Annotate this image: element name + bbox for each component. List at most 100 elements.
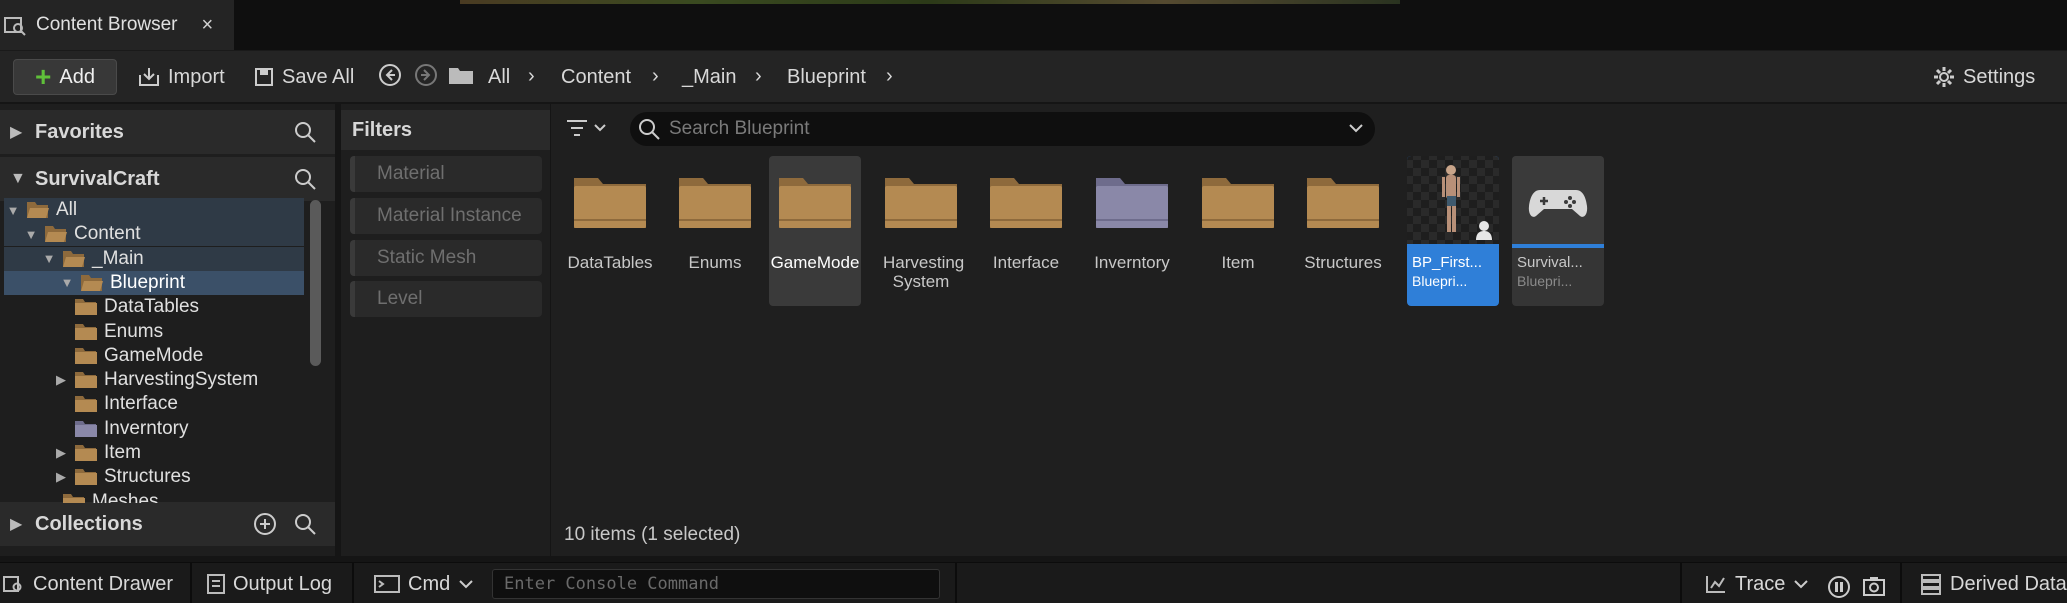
divider xyxy=(190,562,192,603)
tree-item--main[interactable]: ▼ _Main xyxy=(42,247,144,271)
collapse-arrow-icon: ▶ xyxy=(10,124,23,141)
settings-button[interactable]: Settings xyxy=(1933,59,2035,95)
folder-tile-structures[interactable]: Structures xyxy=(1297,156,1389,306)
breadcrumb-chevron-icon[interactable]: › xyxy=(755,65,762,88)
asset-label: BP_First... Bluepri... xyxy=(1412,254,1482,290)
breadcrumb-blueprint[interactable]: Blueprint xyxy=(787,66,866,89)
search-icon[interactable] xyxy=(293,512,317,536)
add-label: Add xyxy=(59,65,95,88)
expand-arrow-icon[interactable]: ▼ xyxy=(60,275,74,290)
screenshot-icon[interactable] xyxy=(1862,575,1886,599)
filter-material-instance[interactable]: Material Instance xyxy=(350,198,542,234)
breadcrumb-content[interactable]: Content xyxy=(561,66,631,89)
divider xyxy=(955,562,957,603)
add-button[interactable]: + Add xyxy=(13,59,117,95)
tree-item-meshes[interactable]: Meshes xyxy=(42,490,159,503)
favorites-label: Favorites xyxy=(35,120,124,143)
tree-item-label: Inverntory xyxy=(104,417,189,439)
filters-header: Filters xyxy=(341,110,550,150)
chevron-down-icon xyxy=(458,577,474,591)
content-drawer-icon xyxy=(3,574,25,594)
tree-item-blueprint[interactable]: ▼ Blueprint xyxy=(60,271,185,295)
collapse-arrow-icon[interactable]: ▶ xyxy=(54,372,68,388)
record-icon[interactable] xyxy=(1827,575,1851,599)
asset-tile-selected[interactable]: BP_First... Bluepri... xyxy=(1407,156,1499,306)
filter-material[interactable]: Material xyxy=(350,156,542,192)
tree-item-label: Enums xyxy=(104,320,164,342)
console-placeholder: Enter Console Command xyxy=(504,574,719,594)
item-count-status: 10 items (1 selected) xyxy=(564,524,741,545)
asset-tile[interactable]: Survival... Bluepri... xyxy=(1512,156,1604,306)
tree-item-harvestingsystem[interactable]: ▶ HarvestingSystem xyxy=(54,368,258,392)
tree-item-gamemode[interactable]: GameMode xyxy=(54,344,203,368)
project-label: SurvivalCraft xyxy=(35,167,160,190)
folder-tile-gamemode[interactable]: GameMode xyxy=(769,156,861,306)
asset-label: Survival... Bluepri... xyxy=(1517,254,1583,290)
divider xyxy=(1680,562,1682,603)
favorites-header[interactable]: ▶ Favorites xyxy=(0,110,335,154)
trace-dropdown[interactable]: Trace xyxy=(1705,570,1809,598)
gear-icon xyxy=(1933,66,1955,88)
breadcrumb-chevron-icon[interactable]: › xyxy=(886,65,893,88)
tree-item-structures[interactable]: ▶ Structures xyxy=(54,465,191,489)
add-collection-icon[interactable] xyxy=(253,512,277,536)
back-arrow-icon[interactable] xyxy=(378,63,402,87)
content-drawer-button[interactable]: Content Drawer xyxy=(3,570,173,598)
search-icon[interactable] xyxy=(293,120,317,144)
asset-type-stripe xyxy=(1407,244,1499,248)
folder-icon xyxy=(44,225,68,243)
save-all-button[interactable]: Save All xyxy=(254,59,354,95)
save-all-label: Save All xyxy=(282,65,355,88)
collapse-arrow-icon[interactable]: ▶ xyxy=(54,469,68,485)
breadcrumb-chevron-icon[interactable]: › xyxy=(528,65,535,88)
derived-data-button[interactable]: Derived Data xyxy=(1920,570,2067,598)
tree-item-label: All xyxy=(56,199,78,220)
collections-header[interactable]: ▶ Collections xyxy=(0,502,335,546)
breadcrumb-all[interactable]: All xyxy=(488,66,510,89)
output-log-button[interactable]: Output Log xyxy=(207,570,332,598)
collapse-arrow-icon: ▶ xyxy=(10,516,23,533)
close-tab-icon[interactable]: × xyxy=(202,14,214,37)
tree-item-item[interactable]: ▶ Item xyxy=(54,441,141,465)
tree-item-interface[interactable]: Interface xyxy=(54,392,178,416)
terminal-icon xyxy=(374,574,400,594)
tree-item-datatables[interactable]: DataTables xyxy=(54,295,199,319)
import-icon xyxy=(138,67,160,87)
folder-tile-label: DataTables xyxy=(567,253,653,272)
folder-tile-harvesting-system[interactable]: Harvesting System xyxy=(875,156,967,306)
cmd-label: Cmd xyxy=(408,572,451,595)
chevron-down-icon[interactable] xyxy=(1347,120,1365,136)
filter-list-icon[interactable] xyxy=(565,117,609,139)
filter-level[interactable]: Level xyxy=(350,281,542,317)
cmd-dropdown[interactable]: Cmd xyxy=(374,570,474,598)
output-log-label: Output Log xyxy=(233,572,332,595)
folder-tile-enums[interactable]: Enums xyxy=(669,156,761,306)
folder-tile-item[interactable]: Item xyxy=(1192,156,1284,306)
collapse-arrow-icon[interactable]: ▶ xyxy=(54,445,68,461)
tree-scrollbar[interactable] xyxy=(310,200,321,366)
import-button[interactable]: Import xyxy=(138,59,225,95)
expand-arrow-icon[interactable]: ▼ xyxy=(6,203,20,218)
folder-tile-datatables[interactable]: DataTables xyxy=(564,156,656,306)
forward-arrow-icon[interactable] xyxy=(414,63,438,87)
folder-tile-inverntory[interactable]: Inverntory xyxy=(1086,156,1178,306)
breadcrumb-chevron-icon[interactable]: › xyxy=(652,65,659,88)
search-icon[interactable] xyxy=(293,167,317,191)
tree-item-content[interactable]: ▼ Content xyxy=(24,222,141,246)
project-header[interactable]: ▼ SurvivalCraft xyxy=(0,157,335,201)
folder-tile-interface[interactable]: Interface xyxy=(980,156,1072,306)
filter-static-mesh[interactable]: Static Mesh xyxy=(350,240,542,276)
content-browser-tab[interactable]: Content Browser × xyxy=(0,0,234,50)
tree-item-enums[interactable]: Enums xyxy=(54,320,163,344)
tree-item-all[interactable]: ▼ All xyxy=(6,198,78,222)
console-command-input[interactable]: Enter Console Command xyxy=(492,569,940,599)
search-input[interactable]: Search Blueprint xyxy=(630,112,1375,146)
expand-arrow-icon[interactable]: ▼ xyxy=(24,227,38,242)
tree-item-inverntory[interactable]: Inverntory xyxy=(54,417,188,441)
breadcrumb-main[interactable]: _Main xyxy=(682,66,736,89)
tree-item-label: Content xyxy=(74,223,141,245)
folder-icon xyxy=(677,170,753,230)
plus-icon: + xyxy=(35,61,52,92)
expand-arrow-icon[interactable]: ▼ xyxy=(42,251,56,266)
folder-icon xyxy=(74,395,98,413)
